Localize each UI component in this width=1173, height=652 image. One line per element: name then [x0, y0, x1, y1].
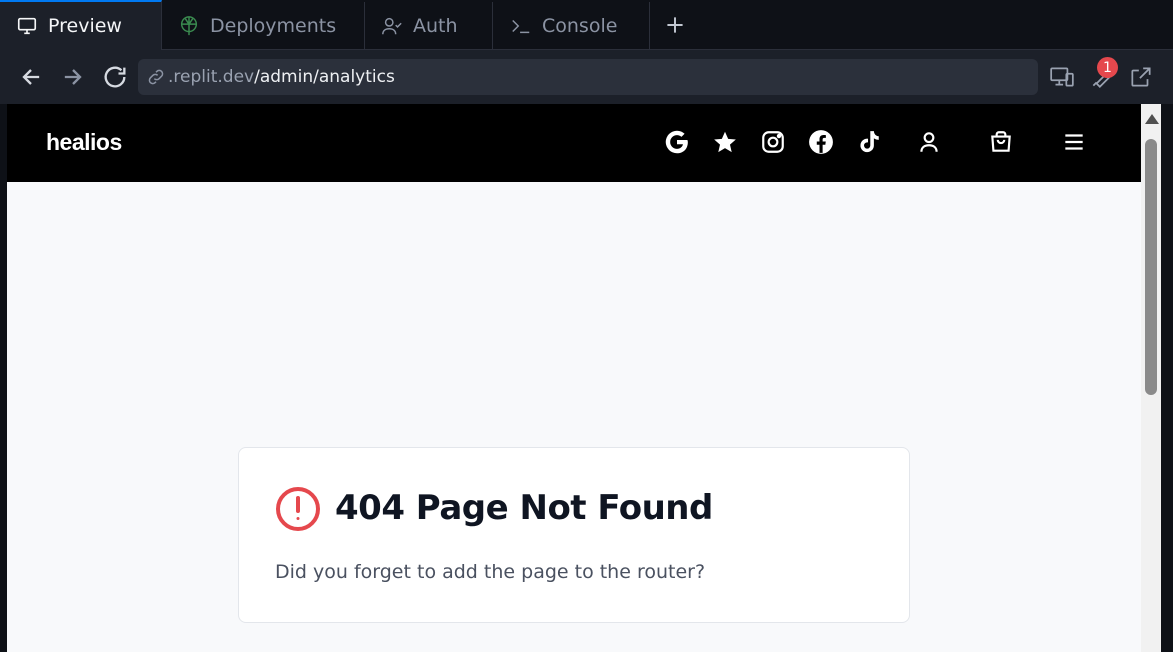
user-icon[interactable] — [916, 129, 942, 155]
page-title: 404 Page Not Found — [335, 488, 713, 528]
not-found-card: 404 Page Not Found Did you forget to add… — [238, 447, 910, 623]
forward-arrow-icon[interactable] — [59, 63, 87, 91]
viewport-scrollbar[interactable] — [1141, 104, 1161, 652]
tab-auth[interactable]: Auth — [365, 2, 493, 50]
tab-label: Deployments — [210, 15, 337, 37]
google-icon[interactable] — [664, 129, 690, 155]
url-path: /admin/analytics — [254, 67, 395, 87]
tab-preview[interactable]: Preview — [0, 0, 162, 50]
add-tab-icon[interactable] — [662, 12, 688, 38]
link-icon — [148, 69, 164, 85]
deployments-icon — [180, 16, 198, 36]
tab-label: Console — [542, 15, 618, 37]
right-gutter — [1161, 104, 1173, 652]
workspace-tab-bar: Preview Deployments Auth Console — [0, 0, 1173, 50]
alert-circle-icon — [276, 487, 320, 531]
tab-console[interactable]: Console — [494, 2, 650, 50]
instagram-icon[interactable] — [760, 129, 786, 155]
browser-toolbar: .replit.dev/admin/analytics — [0, 50, 1173, 104]
url-host: .replit.dev — [168, 67, 255, 87]
notification-badge: 1 — [1097, 57, 1118, 78]
tiktok-icon[interactable] — [856, 129, 882, 155]
preview-viewport: healios 404 Page Not Found Did you forge… — [7, 104, 1141, 652]
tab-deployments[interactable]: Deployments — [162, 2, 365, 50]
star-icon[interactable] — [712, 129, 738, 155]
reload-icon[interactable] — [101, 63, 129, 91]
scroll-up-arrow-icon[interactable] — [1145, 114, 1159, 124]
tab-label: Preview — [48, 15, 122, 37]
user-check-icon — [382, 17, 402, 35]
address-bar[interactable]: .replit.dev/admin/analytics — [138, 59, 1038, 95]
menu-icon[interactable] — [1061, 129, 1087, 155]
site-logo[interactable]: healios — [46, 129, 122, 156]
scrollbar-thumb[interactable] — [1145, 139, 1157, 395]
tab-label: Auth — [413, 15, 458, 37]
facebook-icon[interactable] — [808, 129, 834, 155]
devices-icon[interactable] — [1049, 64, 1075, 90]
monitor-icon — [17, 17, 37, 35]
error-message: Did you forget to add the page to the ro… — [275, 561, 706, 583]
replit-preview-window: Preview Deployments Auth Console .replit… — [0, 0, 1173, 652]
back-arrow-icon[interactable] — [17, 63, 45, 91]
terminal-icon — [512, 19, 530, 34]
shopping-bag-icon[interactable] — [988, 129, 1014, 155]
open-external-icon[interactable] — [1128, 64, 1154, 90]
left-gutter — [0, 104, 7, 652]
site-header: healios — [7, 104, 1141, 182]
